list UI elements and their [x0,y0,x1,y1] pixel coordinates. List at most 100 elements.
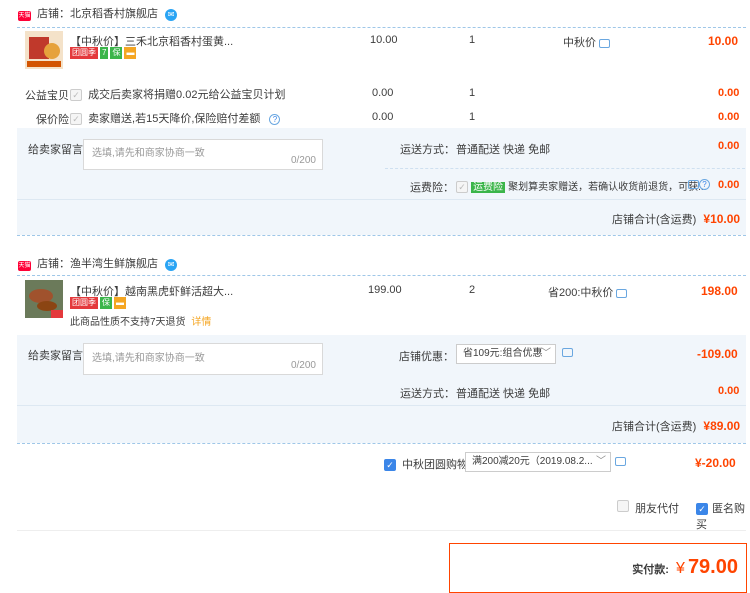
insurance-label: 保价险 [36,114,69,126]
chat-icon[interactable]: ✉ [165,259,178,271]
platform-coupon-total: ¥-20.00 [695,456,736,470]
tag-guarantee: 保 [110,47,123,59]
subtotal-label: 店铺合计(含运费) [612,421,697,433]
discount-label: 中秋价 [563,34,611,50]
unit-price: 10.00 [370,34,398,46]
comment-icon[interactable] [599,38,611,48]
item-total: 198.00 [701,284,738,298]
charity-total: 0.00 [718,87,740,99]
help-icon[interactable]: ? [269,113,281,125]
freight-checkbox[interactable]: ✓ [456,181,468,193]
coupon-total: -109.00 [697,347,738,361]
payment-currency: ¥ [675,560,685,577]
charity-checkbox[interactable]: ✓ [70,89,82,101]
discount-text: 省200:中秋价 [548,287,614,299]
friend-pay-option[interactable]: 朋友代付 [617,500,679,516]
shipping-total: 0.00 [718,140,740,152]
item-total: 10.00 [708,34,739,48]
chevron-down-icon: ﹀ [541,348,551,359]
shop-subtotal: 店铺合计(含运费) ¥89.00 [612,418,740,434]
return-details-link[interactable]: 详情 [191,317,211,328]
divider [17,235,746,236]
coupon-label: 店铺优惠： [399,351,454,363]
comment-icon[interactable] [616,288,628,298]
product-tags: 团圆季保 ▬ [70,296,128,309]
quantity: 2 [469,284,476,296]
divider [17,405,746,406]
message-placeholder: 选填,请先和商家协商一致 [92,353,205,364]
return-note: 此商品性质不支持7天退货 [70,317,186,328]
chat-icon[interactable]: ✉ [165,9,178,21]
comment-icon[interactable] [562,348,573,357]
product-thumbnail[interactable] [25,280,63,318]
discount-text: 中秋价 [563,37,596,49]
insurance-qty: 1 [469,111,476,123]
help-icon[interactable]: ? [699,178,710,190]
divider [17,530,746,531]
subtotal-value: ¥89.00 [703,419,741,433]
insurance-row: ✓ 卖家赠送,若15天降价,保险赔付差额 ? [70,110,281,126]
message-input[interactable]: 选填,请先和商家协商一致 0/200 [83,343,323,375]
tag-7day: 7 [100,47,109,59]
insurance-total: 0.00 [718,111,740,123]
anonymous-checkbox[interactable]: ✓ [696,503,708,515]
freight-tag: 运费险 [471,182,506,193]
divider [385,168,745,169]
shipping-label: 运送方式： [400,144,455,156]
shipping-method[interactable]: 普通配送 快递 免邮 [456,141,550,157]
charity-row: ✓ 成交后卖家将捐赠0.02元给公益宝贝计划 [70,86,285,102]
shop-coupon-select[interactable]: 省109元:组合优惠 ﹀ [456,344,556,364]
insurance-text: 卖家赠送,若15天降价,保险赔付差额 [88,113,261,125]
freight-text: 聚划算卖家赠送，若确认收货前退货，可获... [508,182,707,193]
product-tags: 团圆季 7 保 ▬ [70,46,138,59]
return-policy: 此商品性质不支持7天退货 详情 [70,313,211,328]
charity-qty: 1 [469,87,476,99]
tag-tuanyuan: 团圆季 [70,297,98,309]
coupon-value: 省109元:组合优惠 [463,348,543,359]
charity-text: 成交后卖家将捐赠0.02元给公益宝贝计划 [88,89,286,101]
divider [17,443,746,444]
message-placeholder: 选填,请先和商家协商一致 [92,148,205,159]
shop-name[interactable]: 店铺：渔半湾生鲜旗舰店 [37,258,158,270]
freight-label: 运费险： [410,182,454,194]
payment-summary: 实付款: ¥ 79.00 [449,543,747,593]
tmall-icon: 天猫 [18,11,31,21]
message-input[interactable]: 选填,请先和商家协商一致 0/200 [83,139,323,170]
quantity: 1 [469,34,476,46]
shipping-label: 运送方式： [400,388,455,400]
divider [17,199,746,200]
chevron-down-icon: ﹀ [596,456,606,467]
tag-tuanyuan: 团圆季 [70,47,98,59]
charity-price: 0.00 [372,87,394,99]
platform-coupon-checkbox[interactable]: ✓ [384,459,396,471]
anonymous-option[interactable]: ✓ 匿名购买 [696,500,750,532]
comment-icon[interactable] [615,457,626,466]
discount-label: 省200:中秋价 [548,284,628,300]
tag-guarantee: 保 [100,297,112,309]
tag-card: ▬ [124,47,137,59]
product-thumbnail[interactable] [25,31,63,69]
shop-name[interactable]: 店铺：北京稻香村旗舰店 [37,8,158,20]
message-counter: 0/200 [290,155,316,166]
shipping-method[interactable]: 普通配送 快递 免邮 [456,385,550,401]
subtotal-label: 店铺合计(含运费) [612,214,697,226]
tag-card: ▬ [114,297,126,309]
freight-total: 0.00 [718,179,740,191]
platform-coupon-select[interactable]: 满200减20元（2019.08.2... ﹀ [465,452,611,472]
subtotal-value: ¥10.00 [703,212,741,226]
payment-amount: 79.00 [687,556,738,578]
friend-pay-label: 朋友代付 [635,503,680,515]
friend-pay-checkbox[interactable] [617,500,629,512]
payment-label: 实付款: [632,564,669,576]
insurance-price: 0.00 [372,111,394,123]
shop-header: 天猫 店铺：北京稻香村旗舰店 ✉ [18,8,178,21]
insurance-checkbox[interactable]: ✓ [70,113,82,125]
shop-header: 天猫 店铺：渔半湾生鲜旗舰店 ✉ [18,258,178,271]
shop-subtotal: 店铺合计(含运费) ¥10.00 [612,211,740,227]
divider [17,275,746,276]
comment-icon[interactable] [688,179,699,189]
divider [17,27,746,28]
freight-row: ✓ 运费险 聚划算卖家赠送，若确认收货前退货，可获... [456,178,706,193]
tmall-icon: 天猫 [18,261,31,271]
platform-coupon-value: 满200减20元（2019.08.2... [472,456,593,467]
